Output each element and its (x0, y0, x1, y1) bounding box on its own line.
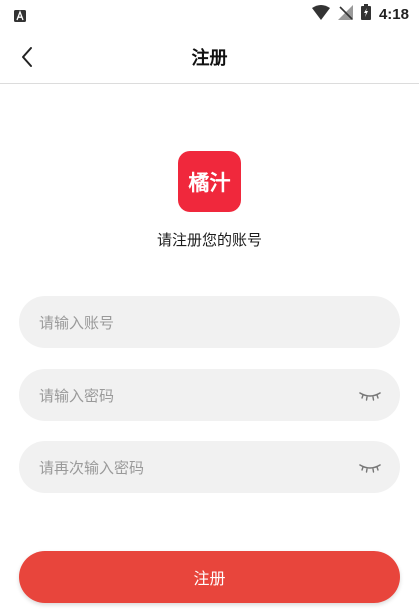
register-button[interactable]: 注册 (19, 551, 400, 603)
wifi-icon (311, 4, 330, 24)
status-time: 4:18 (378, 5, 409, 23)
account-input[interactable] (37, 296, 351, 350)
app-logo: 橘汁 (178, 151, 241, 212)
password-input[interactable] (37, 369, 351, 423)
register-prompt: 请注册您的账号 (156, 231, 262, 249)
no-signal-icon (337, 4, 353, 24)
notification-a-icon (14, 7, 26, 26)
confirm-password-input[interactable] (37, 441, 351, 495)
app-bar: 注册 (0, 30, 419, 84)
app-logo-text: 橘汁 (188, 169, 231, 195)
status-bar: 4:18 (0, 0, 419, 30)
password-field (19, 369, 400, 423)
eye-closed-icon[interactable] (358, 385, 382, 405)
account-field (19, 296, 400, 350)
confirm-password-field (19, 441, 400, 495)
page-title: 注册 (191, 48, 228, 69)
battery-charging-icon (360, 4, 371, 24)
eye-closed-icon[interactable] (358, 457, 382, 477)
